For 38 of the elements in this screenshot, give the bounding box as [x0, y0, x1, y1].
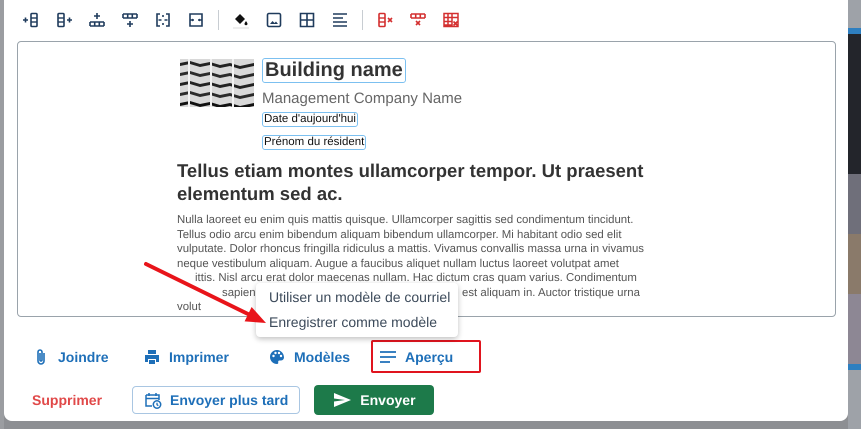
paragraph-text: Nulla laoreet eu enim quis mattis quisque. Ullamcorper sagittis sed condimentum tincidunt.: [177, 214, 634, 226]
delete-table-icon[interactable]: [442, 11, 460, 29]
table-icon[interactable]: [298, 11, 316, 29]
send-icon: [332, 390, 352, 408]
paragraph-text: volut: [177, 301, 202, 313]
add-row-above-icon[interactable]: [88, 11, 106, 29]
merge-field-tag[interactable]: Date d'aujourd'hui: [262, 112, 358, 127]
building-name-field[interactable]: Building name: [262, 58, 406, 83]
add-row-below-icon[interactable]: [121, 11, 139, 29]
action-button[interactable]: Aperçu: [371, 340, 481, 373]
delete-button[interactable]: Supprimer: [24, 383, 110, 416]
send-later-button[interactable]: Envoyer plus tard: [132, 386, 300, 414]
merge-cells-icon[interactable]: [154, 11, 172, 29]
paragraph-text: sapien: [222, 286, 256, 298]
merge-field-tag[interactable]: Prénom du résident: [262, 135, 366, 150]
add-column-right-icon[interactable]: [55, 11, 73, 29]
add-column-left-icon[interactable]: [22, 11, 40, 29]
company-name: Management Company Name: [262, 90, 462, 107]
palette-icon: [268, 348, 286, 366]
action-button[interactable]: Modèles: [260, 340, 373, 373]
heading: Tellus etiam montes ullamcorper tempor. Ut praesent elementum sed ac.: [177, 160, 644, 205]
align-left-icon[interactable]: [331, 11, 349, 29]
printer-icon: [143, 348, 161, 366]
paragraph-text: vulputate. Dolor rhoncus fringilla ridiculus a mattis. Vivamus convallis massa urna in vivamus: [177, 243, 644, 255]
action-button[interactable]: Imprimer: [135, 340, 260, 373]
split-cells-icon[interactable]: [187, 11, 205, 29]
send-button[interactable]: Envoyer: [314, 384, 434, 414]
paragraph-text: Tellus odio arcu enim bibendum aliquam bibendum ullamcorper. Mi habitant odio sed elit: [177, 228, 622, 240]
menu-item[interactable]: Utiliser un modèle de courriel: [256, 285, 458, 310]
delete-column-icon[interactable]: [376, 11, 394, 29]
paragraph-text: ittis. Nisl arcu erat dolor maecenas nullam. Hac dictum cras quam varius. Condimentum: [195, 272, 637, 284]
calendar-clock-icon: [144, 390, 162, 408]
paint-bucket-icon[interactable]: [232, 11, 250, 29]
image-icon[interactable]: [265, 11, 283, 29]
paragraph-text: neque vestibulum aliquam. Augue a faucibus aliquet nullam luctus laoreet volutpat amet: [177, 258, 619, 270]
action-button[interactable]: Joindre: [24, 340, 135, 373]
paragraph-text: est aliquam in. Auctor tristique urna: [462, 286, 640, 298]
menu-item[interactable]: Enregistrer comme modèle: [256, 310, 458, 335]
